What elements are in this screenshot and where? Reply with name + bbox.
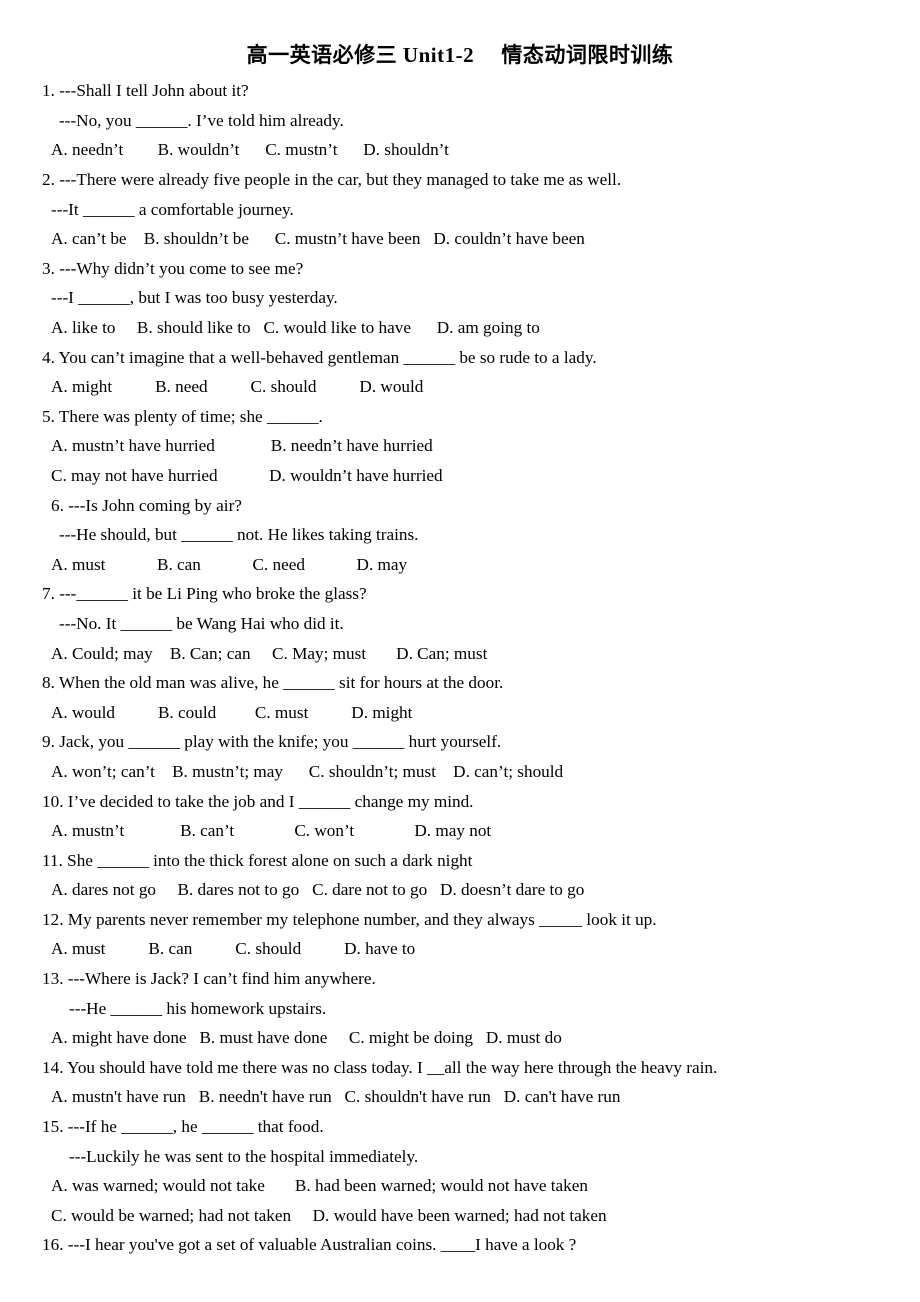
question-options-line: C. would be warned; had not taken D. wou… — [51, 1205, 607, 1225]
question-block: 9. Jack, you ______ play with the knife;… — [42, 727, 894, 786]
question-text-line: ---Luckily he was sent to the hospital i… — [69, 1146, 419, 1166]
question-options-line: C. may not have hurried D. wouldn’t have… — [51, 465, 443, 485]
question-text-line: ---I ______, but I was too busy yesterda… — [51, 288, 338, 308]
question-text-line: 13. ---Where is Jack? I can’t find him a… — [42, 969, 376, 989]
question-text-line: 15. ---If he ______, he ______ that food… — [42, 1117, 324, 1137]
question-block: 14. You should have told me there was no… — [42, 1053, 894, 1112]
question-text-line: 4. You can’t imagine that a well-behaved… — [42, 347, 597, 367]
question-text-line: 6. ---Is John coming by air? — [51, 495, 242, 515]
question-block: 15. ---If he ______, he ______ that food… — [42, 1112, 894, 1230]
question-block: 12. My parents never remember my telepho… — [42, 905, 894, 964]
question-block: 13. ---Where is Jack? I can’t find him a… — [42, 964, 894, 1053]
question-options-line: A. must B. can C. should D. have to — [51, 939, 416, 959]
question-options-line: A. might B. need C. should D. would — [51, 377, 424, 397]
question-block: 4. You can’t imagine that a well-behaved… — [42, 343, 894, 402]
question-block: 7. ---______ it be Li Ping who broke the… — [42, 579, 894, 668]
question-block: 3. ---Why didn’t you come to see me? ---I… — [42, 254, 894, 343]
question-block: 8. When the old man was alive, he ______… — [42, 668, 894, 727]
page-title: 高一英语必修三 Unit1-2 情态动词限时训练 — [246, 43, 674, 67]
question-text-line: 9. Jack, you ______ play with the knife;… — [42, 732, 502, 752]
question-block: 11. She ______ into the thick forest alo… — [42, 846, 894, 905]
question-text-line: 1. ---Shall I tell John about it? — [42, 81, 249, 101]
question-text-line: 8. When the old man was alive, he ______… — [42, 673, 504, 693]
question-options-line: A. Could; may B. Can; can C. May; must D… — [51, 643, 488, 663]
question-text-line: 16. ---I hear you've got a set of valuab… — [42, 1235, 577, 1255]
question-options-line: A. mustn't have run B. needn't have run … — [51, 1087, 621, 1107]
question-options-line: A. mustn’t B. can’t C. won’t D. may not — [51, 821, 492, 841]
question-text-line: 7. ---______ it be Li Ping who broke the… — [42, 584, 367, 604]
question-text-line: 2. ---There were already five people in … — [42, 170, 622, 190]
question-options-line: A. can’t be B. shouldn’t be C. mustn’t h… — [51, 229, 585, 249]
question-text-line: ---It ______ a comfortable journey. — [51, 199, 294, 219]
question-text-line: 12. My parents never remember my telepho… — [42, 909, 657, 929]
question-options-line: A. like to B. should like to C. would li… — [51, 318, 540, 337]
question-text-line: 3. ---Why didn’t you come to see me? — [42, 258, 304, 278]
question-text-line: 11. She ______ into the thick forest alo… — [42, 850, 473, 870]
question-options-line: A. dares not go B. dares not to go C. da… — [51, 880, 585, 900]
question-options-line: A. mustn’t have hurried B. needn’t have … — [51, 436, 433, 456]
questions-container: 1. ---Shall I tell John about it? ---No, … — [0, 68, 920, 1260]
question-options-line: A. must B. can C. need D. may — [51, 554, 408, 574]
question-text-line: ---No. It ______ be Wang Hai who did it. — [59, 613, 344, 633]
question-block: 2. ---There were already five people in … — [42, 165, 894, 254]
question-block: 5. There was plenty of time; she ______.… — [42, 402, 894, 491]
question-options-line: A. needn’t B. wouldn’t C. mustn’t D. sho… — [51, 140, 449, 160]
question-options-line: A. might have done B. must have done C. … — [51, 1028, 562, 1048]
question-options-line: A. was warned; would not take B. had bee… — [51, 1176, 588, 1196]
question-options-line: A. won’t; can’t B. mustn’t; may C. shoul… — [51, 761, 564, 781]
question-text-line: 10. I’ve decided to take the job and I _… — [42, 791, 474, 811]
document-page: 高一英语必修三 Unit1-2 情态动词限时训练 1. ---Shall I t… — [0, 0, 920, 1302]
question-block: 6. ---Is John coming by air? ---He should… — [42, 491, 894, 580]
question-text-line: ---He ______ his homework upstairs. — [69, 998, 327, 1018]
question-block: 16. ---I hear you've got a set of valuab… — [42, 1230, 894, 1260]
question-text-line: ---He should, but ______ not. He likes t… — [59, 525, 419, 545]
question-text-line: 5. There was plenty of time; she ______. — [42, 406, 323, 426]
question-text-line: 14. You should have told me there was no… — [42, 1057, 718, 1077]
question-block: 10. I’ve decided to take the job and I _… — [42, 787, 894, 846]
question-options-line: A. would B. could C. must D. might — [51, 702, 413, 722]
question-block: 1. ---Shall I tell John about it? ---No, … — [42, 76, 894, 165]
question-text-line: ---No, you ______. I’ve told him already… — [59, 110, 344, 130]
